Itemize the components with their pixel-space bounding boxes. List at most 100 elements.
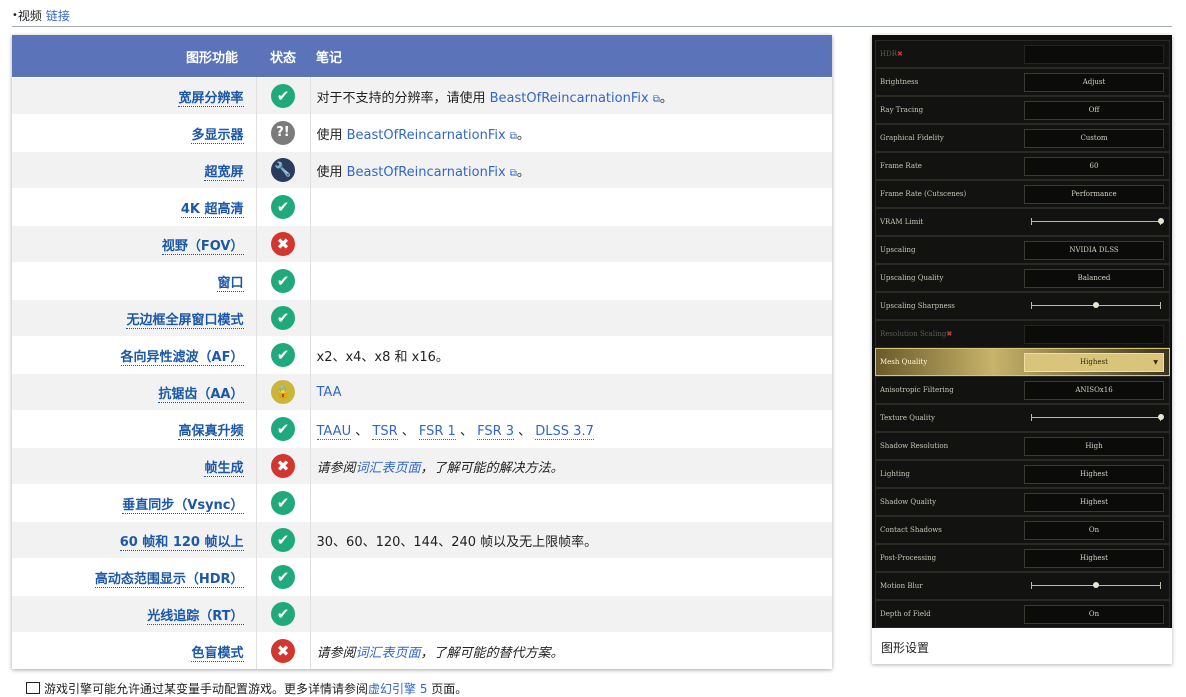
- setting-row[interactable]: Depth of Field On: [875, 600, 1170, 628]
- setting-row[interactable]: Post-Processing Highest: [875, 544, 1170, 572]
- feature-link[interactable]: 垂直同步（Vsync）: [122, 497, 244, 514]
- check-circle-icon[interactable]: ✔: [271, 565, 295, 589]
- setting-value[interactable]: Custom: [1024, 129, 1164, 148]
- feature-link[interactable]: 高动态范围显示（HDR）: [94, 571, 244, 588]
- setting-row[interactable]: Mesh Quality Highest ▼: [875, 348, 1170, 376]
- feature-link[interactable]: 宽屏分辨率: [178, 90, 244, 107]
- setting-row[interactable]: Brightness Adjust: [875, 68, 1170, 96]
- setting-slider[interactable]: [1031, 302, 1161, 309]
- external-link-icon[interactable]: ⧉: [510, 168, 517, 179]
- setting-value[interactable]: 60: [1024, 157, 1164, 176]
- setting-row[interactable]: Anisotropic Filtering ANISOx16: [875, 376, 1170, 404]
- wrench-icon[interactable]: 🔧: [271, 158, 295, 182]
- setting-value[interactable]: High: [1024, 437, 1164, 456]
- check-circle-icon[interactable]: ✔: [271, 306, 295, 330]
- feature-link[interactable]: 帧生成: [204, 460, 244, 477]
- upscaler-link[interactable]: TSR: [372, 423, 398, 440]
- setting-value[interactable]: Adjust: [1024, 73, 1164, 92]
- cross-circle-icon[interactable]: ✖: [271, 639, 295, 663]
- check-circle-icon[interactable]: ✔: [271, 269, 295, 293]
- check-circle-icon[interactable]: ✔: [271, 195, 295, 219]
- setting-row[interactable]: Upscaling Sharpness: [875, 292, 1170, 320]
- setting-row[interactable]: Resolution Scaling✖: [875, 320, 1170, 348]
- setting-value[interactable]: Off: [1024, 101, 1164, 120]
- upscaler-link[interactable]: FSR 1: [418, 423, 456, 440]
- note-link[interactable]: BeastOfReincarnationFix: [490, 91, 649, 106]
- upscaler-link[interactable]: FSR 3: [477, 423, 515, 440]
- setting-row[interactable]: Upscaling NVIDIA DLSS: [875, 236, 1170, 264]
- setting-value[interactable]: Highest ▼: [1024, 353, 1164, 372]
- setting-value[interactable]: [1024, 45, 1164, 64]
- glossary-link[interactable]: 词汇表页面: [356, 646, 421, 661]
- setting-slider[interactable]: [1031, 582, 1161, 589]
- setting-row[interactable]: HDR✖: [875, 40, 1170, 68]
- slider-knob[interactable]: [1093, 302, 1099, 308]
- upscaler-link[interactable]: DLSS 3.7: [535, 423, 594, 440]
- feature-link[interactable]: 光线追踪（RT）: [147, 608, 244, 625]
- feature-link[interactable]: 无边框全屏窗口模式: [126, 312, 244, 329]
- setting-value[interactable]: Highest: [1024, 465, 1164, 484]
- setting-row[interactable]: Shadow Resolution High: [875, 432, 1170, 460]
- feature-link[interactable]: 多显示器: [191, 127, 244, 144]
- check-circle-icon[interactable]: ✔: [271, 491, 295, 515]
- external-link-icon[interactable]: ⧉: [653, 94, 660, 105]
- setting-value[interactable]: ANISOx16: [1024, 381, 1164, 400]
- check-circle-icon[interactable]: ✔: [271, 417, 295, 441]
- setting-row[interactable]: Frame Rate 60: [875, 152, 1170, 180]
- restart-required-icon: ✖: [946, 330, 953, 338]
- setting-value[interactable]: Performance: [1024, 185, 1164, 204]
- unknown-status-icon[interactable]: ?!: [271, 121, 295, 145]
- slider-knob[interactable]: [1158, 414, 1164, 420]
- cross-circle-icon[interactable]: ✖: [271, 232, 295, 256]
- setting-row[interactable]: Lighting Highest: [875, 460, 1170, 488]
- setting-row[interactable]: Texture Quality: [875, 404, 1170, 432]
- setting-value[interactable]: On: [1024, 605, 1164, 624]
- note-link[interactable]: BeastOfReincarnationFix: [347, 128, 506, 143]
- setting-label: Graphical Fidelity: [880, 125, 944, 151]
- feature-link[interactable]: 各向异性滤波（AF）: [120, 349, 244, 366]
- setting-row[interactable]: Shadow Quality Highest: [875, 488, 1170, 516]
- feature-link[interactable]: 抗锯齿（AA）: [158, 386, 244, 403]
- cross-circle-icon[interactable]: ✖: [271, 454, 295, 478]
- feature-link[interactable]: 超宽屏: [204, 164, 244, 181]
- setting-value[interactable]: Highest: [1024, 493, 1164, 512]
- slider-knob[interactable]: [1158, 218, 1164, 224]
- feature-link[interactable]: 窗口: [217, 275, 244, 292]
- note-link[interactable]: 虚幻引擎 5: [368, 682, 427, 696]
- setting-row[interactable]: Ray Tracing Off: [875, 96, 1170, 124]
- setting-slider[interactable]: [1031, 414, 1164, 421]
- feature-link[interactable]: 色盲模式: [191, 645, 244, 662]
- section-link[interactable]: 链接: [46, 9, 70, 23]
- setting-value[interactable]: On: [1024, 521, 1164, 540]
- feature-link[interactable]: 4K 超高清: [180, 201, 244, 218]
- check-circle-icon[interactable]: ✔: [271, 602, 295, 626]
- glossary-link[interactable]: 词汇表页面: [356, 461, 421, 476]
- note-link[interactable]: BeastOfReincarnationFix: [347, 165, 506, 180]
- setting-value[interactable]: [1024, 325, 1164, 344]
- status-cell: 🔧: [256, 151, 311, 189]
- setting-row[interactable]: Motion Blur: [875, 572, 1170, 600]
- check-circle-icon[interactable]: ✔: [271, 343, 295, 367]
- check-circle-icon[interactable]: ✔: [271, 528, 295, 552]
- external-link-icon[interactable]: ⧉: [510, 131, 517, 142]
- setting-row[interactable]: Contact Shadows On: [875, 516, 1170, 544]
- feature-link[interactable]: 60 帧和 120 帧以上: [119, 534, 244, 551]
- note-link[interactable]: TAA: [317, 385, 342, 400]
- slider-knob[interactable]: [1093, 582, 1099, 588]
- separator: 、: [455, 423, 478, 439]
- figure-caption: 图形设置: [881, 641, 930, 655]
- setting-row[interactable]: Upscaling Quality Balanced: [875, 264, 1170, 292]
- setting-value[interactable]: NVIDIA DLSS: [1024, 241, 1164, 260]
- feature-link[interactable]: 视野（FOV）: [161, 238, 244, 255]
- setting-value[interactable]: Balanced: [1024, 269, 1164, 288]
- feature-link[interactable]: 高保真升频: [178, 423, 244, 440]
- setting-label-text: Texture Quality: [880, 414, 935, 422]
- setting-value[interactable]: Highest: [1024, 549, 1164, 568]
- check-circle-icon[interactable]: ✔: [271, 84, 295, 108]
- setting-row[interactable]: Graphical Fidelity Custom: [875, 124, 1170, 152]
- setting-row[interactable]: VRAM Limit: [875, 208, 1170, 236]
- upscaler-link[interactable]: TAAU: [316, 423, 352, 440]
- lock-icon[interactable]: 🔒: [271, 380, 295, 404]
- setting-row[interactable]: Frame Rate (Cutscenes) Performance: [875, 180, 1170, 208]
- setting-slider[interactable]: [1031, 218, 1164, 225]
